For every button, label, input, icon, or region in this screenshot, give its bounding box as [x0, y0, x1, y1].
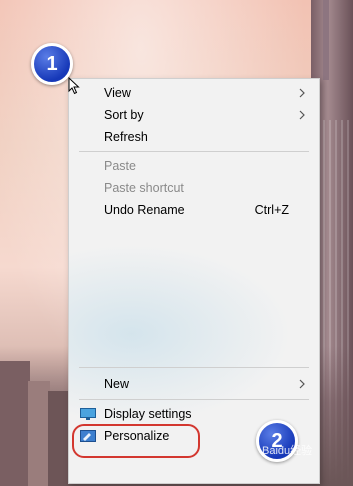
wallpaper-building	[28, 381, 50, 486]
step-badge-1: 1	[31, 43, 73, 85]
wallpaper-building	[48, 391, 68, 486]
menu-item-view[interactable]: View	[69, 82, 319, 104]
menu-item-label: View	[104, 86, 131, 100]
menu-item-label: Paste	[104, 159, 136, 173]
menu-separator	[79, 367, 309, 368]
menu-separator	[79, 151, 309, 152]
menu-item-label: Sort by	[104, 108, 144, 122]
menu-item-new[interactable]: New	[69, 373, 319, 395]
mouse-pointer-icon	[68, 77, 80, 95]
menu-item-sort-by[interactable]: Sort by	[69, 104, 319, 126]
menu-item-shortcut: Ctrl+Z	[254, 203, 289, 217]
menu-item-refresh[interactable]: Refresh	[69, 126, 319, 148]
menu-item-label: New	[104, 377, 130, 391]
menu-item-paste-shortcut: Paste shortcut	[69, 177, 319, 199]
menu-item-undo-rename[interactable]: Undo Rename Ctrl+Z	[69, 199, 319, 221]
menu-separator	[79, 399, 309, 400]
menu-item-label: Refresh	[104, 130, 148, 144]
chevron-right-icon	[299, 379, 305, 389]
chevron-right-icon	[299, 110, 305, 120]
wallpaper-spire	[323, 0, 329, 80]
display-settings-icon	[80, 408, 96, 420]
menu-item-label: Paste shortcut	[104, 181, 184, 195]
personalize-highlight-ring	[72, 424, 200, 458]
chevron-right-icon	[299, 88, 305, 98]
menu-item-paste: Paste	[69, 155, 319, 177]
menu-item-label: Undo Rename	[104, 203, 185, 217]
watermark-text: Baidu经验	[262, 445, 313, 457]
menu-item-label: Display settings	[104, 407, 192, 421]
wallpaper-building	[0, 361, 30, 486]
